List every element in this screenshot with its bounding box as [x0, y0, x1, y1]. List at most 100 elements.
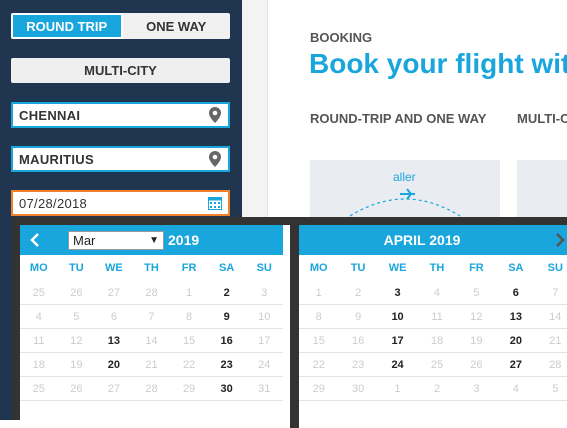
day-cell-available[interactable]: 10	[377, 305, 418, 329]
weekday-row: MO TU WE TH FR SA SU	[20, 255, 283, 281]
day-cell-disabled: 3	[456, 377, 497, 401]
day-cell-disabled: 11	[20, 329, 58, 353]
trip-type-toggle: ROUND TRIP ONE WAY	[11, 13, 230, 39]
day-grid: 1 2 3 4 5 6 7 8 9 10 11 12 13 14 15 16 17 18 19 20 21 22 23 24 2…	[299, 281, 567, 401]
day-cell-available[interactable]: 23	[207, 353, 246, 377]
day-cell-disabled: 4	[417, 281, 457, 305]
calendar-header: Mar ▼ 2019	[20, 225, 283, 255]
day-cell-disabled: 28	[132, 281, 171, 305]
day-cell-available[interactable]: 6	[496, 281, 536, 305]
day-cell-disabled: 9	[338, 305, 378, 329]
day-cell-disabled: 25	[20, 281, 58, 305]
weekday-label: FR	[181, 262, 197, 274]
origin-field[interactable]: CHENNAI	[11, 102, 230, 128]
chevron-left-icon[interactable]	[20, 225, 50, 255]
day-cell-disabled: 6	[95, 305, 133, 329]
day-cell-disabled: 27	[95, 281, 133, 305]
day-cell-disabled: 16	[338, 329, 378, 353]
day-cell-disabled: 8	[170, 305, 208, 329]
weekday-label: TU	[350, 262, 366, 274]
weekday-label: TU	[69, 262, 84, 274]
calendar-march: Mar ▼ 2019 MO TU WE TH FR SA SU 25 26 27 28 1 2 3 4 5 6…	[20, 225, 283, 401]
flight-path-icon	[349, 188, 461, 217]
weekday-label: TH	[429, 262, 445, 274]
departure-date-field[interactable]: 07/28/2018	[11, 190, 230, 216]
destination-field[interactable]: MAURITIUS	[11, 146, 230, 172]
day-cell-disabled: 26	[57, 377, 96, 401]
day-cell-available[interactable]: 27	[496, 353, 536, 377]
dropdown-caret-icon: ▼	[149, 234, 159, 246]
day-cell-disabled: 23	[338, 353, 378, 377]
day-cell-disabled: 12	[456, 305, 497, 329]
day-cell-disabled: 19	[57, 353, 96, 377]
day-cell-disabled: 15	[170, 329, 208, 353]
day-cell-available[interactable]: 20	[95, 353, 133, 377]
weekday-label: TH	[144, 262, 159, 274]
map-pin-icon	[205, 149, 225, 169]
day-cell-disabled: 26	[57, 281, 96, 305]
tab-round-trip-one-way[interactable]: ROUND-TRIP AND ONE WAY	[310, 111, 486, 126]
month-select[interactable]: Mar ▼	[68, 230, 164, 250]
day-cell-disabled: 14	[535, 305, 567, 329]
day-cell-disabled: 28	[132, 377, 171, 401]
calendar-icon[interactable]	[205, 193, 225, 213]
day-cell-disabled: 22	[299, 353, 339, 377]
day-cell-available[interactable]: 9	[207, 305, 246, 329]
day-cell-disabled: 30	[338, 377, 378, 401]
destination-value: MAURITIUS	[19, 151, 94, 167]
departure-date-value: 07/28/2018	[19, 195, 88, 211]
day-cell-available[interactable]: 17	[377, 329, 418, 353]
map-pin-icon	[205, 105, 225, 125]
day-cell-available[interactable]: 3	[377, 281, 418, 305]
one-way-tab[interactable]: ONE WAY	[122, 13, 230, 39]
day-cell-available[interactable]: 13	[95, 329, 133, 353]
weekday-label: SU	[256, 262, 272, 274]
origin-value: CHENNAI	[19, 107, 81, 123]
day-cell-disabled: 12	[57, 329, 96, 353]
round-trip-tab[interactable]: ROUND TRIP	[11, 13, 123, 39]
day-cell-disabled: 27	[95, 377, 133, 401]
day-cell-disabled: 10	[245, 305, 283, 329]
chevron-right-icon[interactable]	[545, 225, 567, 255]
weekday-label: SA	[508, 262, 524, 274]
day-cell-disabled: 26	[456, 353, 497, 377]
card-label: aller	[393, 170, 416, 184]
day-cell-disabled: 7	[535, 281, 567, 305]
multi-city-button[interactable]: MULTI-CITY	[11, 58, 230, 83]
day-cell-available[interactable]: 13	[496, 305, 536, 329]
day-cell-disabled: 1	[299, 281, 339, 305]
day-cell-disabled: 5	[456, 281, 497, 305]
day-cell-disabled: 31	[245, 377, 283, 401]
day-cell-disabled: 1	[377, 377, 418, 401]
day-cell-disabled: 25	[417, 353, 457, 377]
route-card-secondary	[517, 160, 567, 220]
date-picker-popup: Mar ▼ 2019 MO TU WE TH FR SA SU 25 26 27 28 1 2 3 4 5 6…	[12, 217, 567, 428]
weekday-row: MO TU WE TH FR SA SU	[299, 255, 567, 281]
day-cell-available[interactable]: 30	[207, 377, 246, 401]
calendar-separator	[290, 225, 299, 428]
weekday-label: WE	[105, 262, 123, 274]
day-grid: 25 26 27 28 1 2 3 4 5 6 7 8 9 10 11 12 13 14 15 16 17 18 19 20 2…	[20, 281, 283, 401]
weekday-label: WE	[388, 262, 407, 274]
day-cell-disabled: 18	[417, 329, 457, 353]
day-cell-disabled: 11	[417, 305, 457, 329]
weekday-label: FR	[469, 262, 484, 274]
day-cell-disabled: 19	[456, 329, 497, 353]
day-cell-disabled: 1	[170, 281, 208, 305]
day-cell-disabled: 4	[496, 377, 536, 401]
day-cell-available[interactable]: 16	[207, 329, 246, 353]
day-cell-disabled: 21	[535, 329, 567, 353]
day-cell-available[interactable]: 20	[496, 329, 536, 353]
day-cell-disabled: 8	[299, 305, 339, 329]
day-cell-disabled: 2	[338, 281, 378, 305]
day-cell-disabled: 5	[535, 377, 567, 401]
day-cell-disabled: 14	[132, 329, 171, 353]
tab-multi-city[interactable]: MULTI-CITY	[517, 111, 567, 126]
calendar-year: 2019	[168, 232, 200, 248]
day-cell-disabled: 18	[20, 353, 58, 377]
day-cell-available[interactable]: 2	[207, 281, 246, 305]
day-cell-disabled: 4	[20, 305, 58, 329]
weekday-label: SU	[547, 262, 563, 274]
day-cell-available[interactable]: 24	[377, 353, 418, 377]
calendar-month-title: APRIL 2019	[383, 232, 461, 248]
